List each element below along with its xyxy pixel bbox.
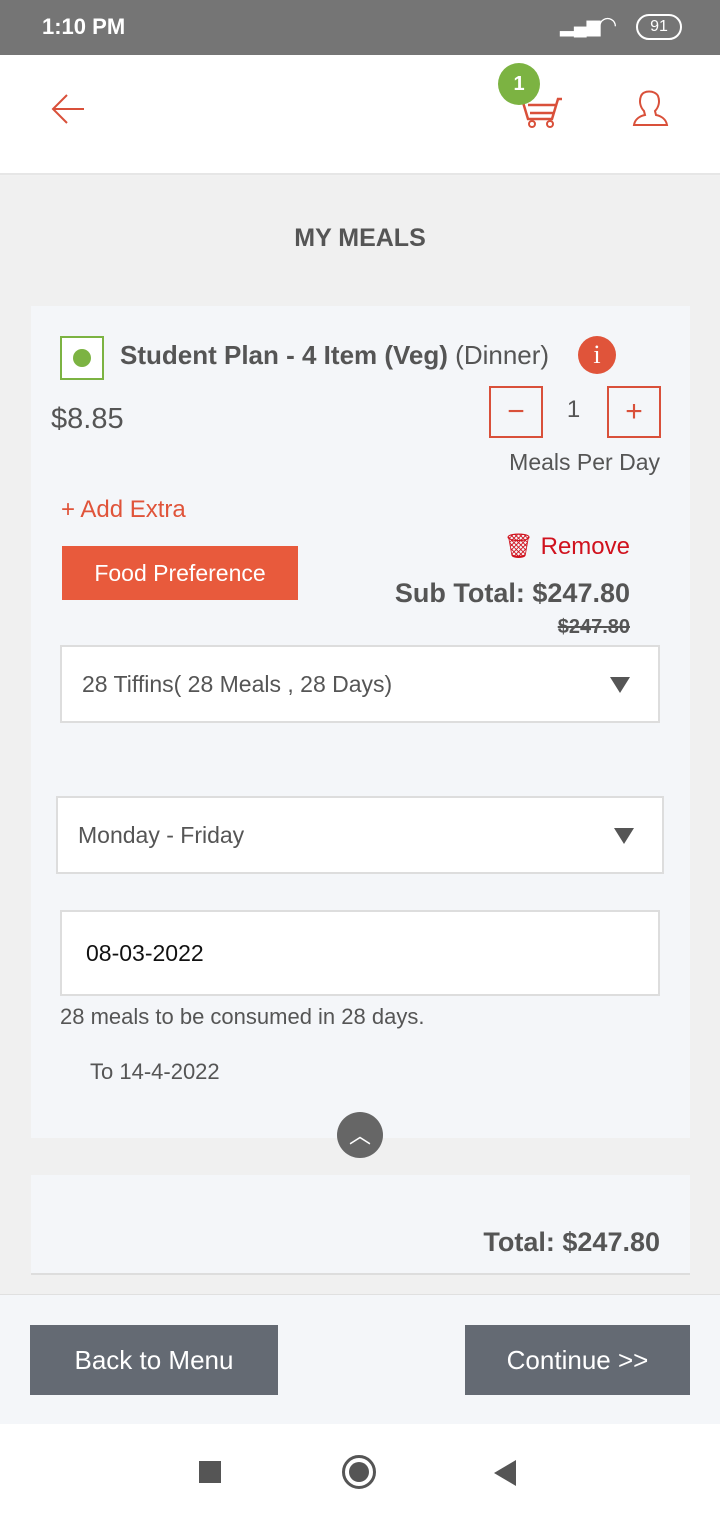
- back-to-menu-button[interactable]: Back to Menu: [30, 1325, 278, 1395]
- meal-type: (Dinner): [455, 340, 550, 370]
- start-date-input[interactable]: 08-03-2022: [60, 910, 660, 996]
- battery-icon: 91: [636, 14, 682, 40]
- user-icon[interactable]: [632, 87, 670, 127]
- back-nav-icon[interactable]: [494, 1460, 516, 1486]
- cart-badge: 1: [498, 63, 540, 105]
- decrease-quantity-button[interactable]: −: [489, 386, 543, 438]
- veg-indicator-icon: [60, 336, 104, 380]
- sub-total: Sub Total: $247.80: [394, 578, 630, 608]
- end-date: To 14-4-2022: [90, 1059, 220, 1084]
- page-title: MY MEALS: [294, 224, 426, 252]
- home-icon[interactable]: [342, 1455, 376, 1489]
- add-extra-label: Add Extra: [80, 496, 186, 523]
- signal-icon: ▂▄▆: [560, 16, 601, 36]
- plan-select[interactable]: 28 Tiffins( 28 Meals , 28 Days): [60, 645, 660, 723]
- collapse-chevron-icon[interactable]: ︿: [337, 1112, 383, 1158]
- plan-select-value: 28 Tiffins( 28 Meals , 28 Days): [82, 670, 393, 697]
- meal-name: Student Plan - 4 Item (Veg): [120, 340, 448, 370]
- food-preference-button[interactable]: Food Preference: [62, 546, 298, 600]
- dropdown-arrow-icon: [610, 677, 630, 693]
- system-nav-bar: [0, 1424, 720, 1520]
- back-arrow-icon[interactable]: [50, 93, 86, 125]
- continue-button[interactable]: Continue >>: [465, 1325, 690, 1395]
- days-select-value: Monday - Friday: [78, 821, 245, 848]
- footer-bar: Back to Menu Continue >>: [0, 1294, 720, 1424]
- days-select[interactable]: Monday - Friday: [56, 796, 664, 874]
- info-icon[interactable]: i: [578, 336, 616, 374]
- total-card: Total: $247.80: [31, 1175, 690, 1275]
- remove-label: Remove: [540, 533, 630, 560]
- quantity-value: 1: [566, 396, 581, 423]
- grand-total: Total: $247.80: [483, 1227, 660, 1257]
- increase-quantity-button[interactable]: +: [607, 386, 661, 438]
- trash-icon: 🗑︎: [503, 533, 541, 560]
- original-total: $247.80: [557, 616, 630, 638]
- app-header: 1: [0, 55, 720, 175]
- meal-card: Student Plan - 4 Item (Veg) (Dinner) i $…: [31, 306, 690, 1158]
- recents-icon[interactable]: [199, 1461, 221, 1483]
- wifi-icon: ◠: [598, 12, 618, 37]
- meal-price: $8.85: [51, 403, 124, 435]
- status-time: 1:10 PM: [42, 14, 126, 39]
- quantity-label: Meals Per Day: [509, 449, 660, 475]
- dropdown-arrow-icon: [614, 828, 634, 844]
- status-bar: 1:10 PM ▂▄▆ ◠ 91: [0, 0, 720, 55]
- remove-button[interactable]: 🗑︎ Remove: [503, 532, 630, 561]
- consume-note: 28 meals to be consumed in 28 days.: [60, 1004, 425, 1029]
- add-extra-link[interactable]: + Add Extra: [61, 496, 186, 524]
- plus-icon: +: [61, 496, 81, 523]
